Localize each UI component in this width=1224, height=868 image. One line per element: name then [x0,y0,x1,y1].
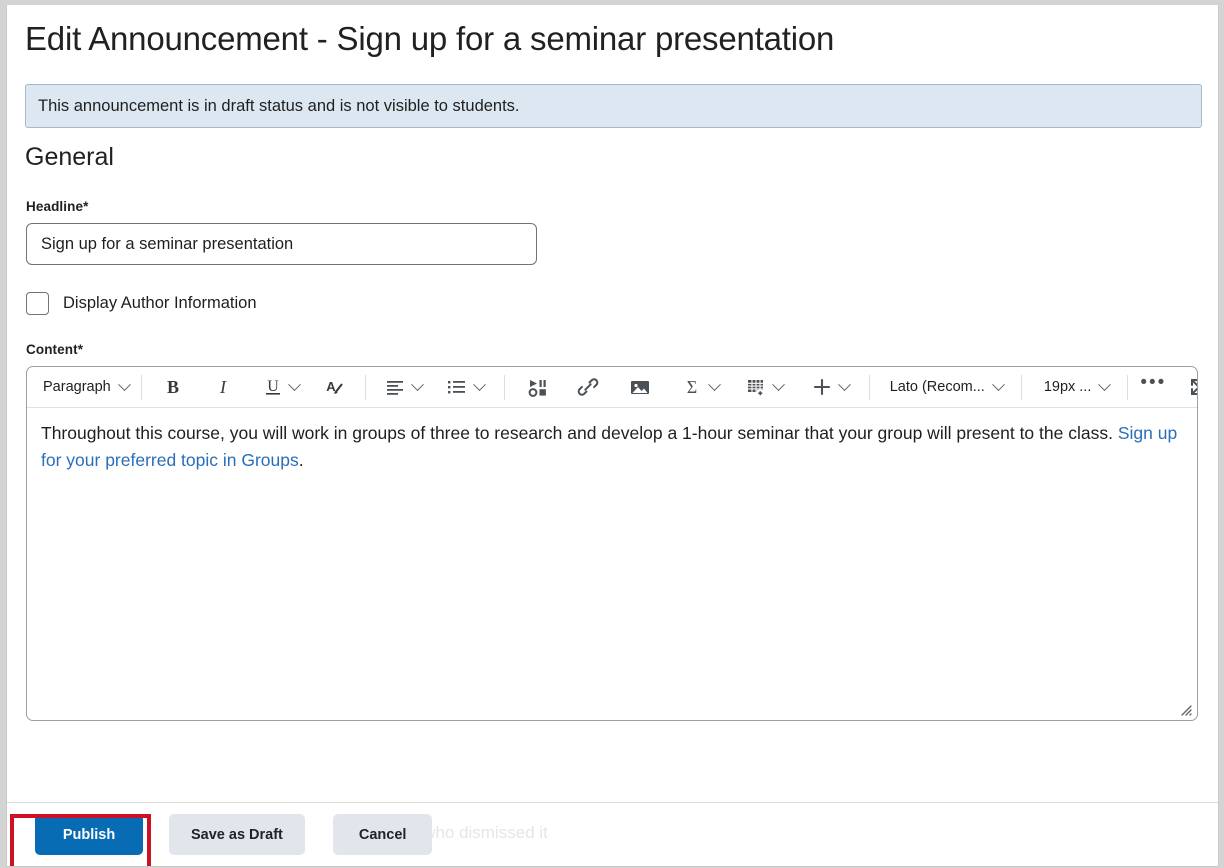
toolbar-divider [503,374,505,400]
headline-label: Headline* [7,199,1218,214]
toolbar-divider [364,374,366,400]
editor-toolbar: Paragraph B I U A Σ Lato (Recom... 19px … [27,367,1197,408]
display-author-row[interactable]: Display Author Information [26,292,1218,315]
toolbar-divider [1127,374,1129,400]
display-author-checkbox[interactable] [26,292,49,315]
chevron-down-icon [771,377,785,391]
insert-media-icon [527,376,549,398]
insert-link-icon [577,376,599,398]
cancel-button[interactable]: Cancel [332,814,433,855]
chevron-down-icon [707,377,721,391]
italic-button[interactable]: I [208,372,238,402]
insert-more-button[interactable] [807,372,853,402]
chevron-down-icon [991,377,1005,391]
fullscreen-icon [1188,376,1197,398]
insert-image-button[interactable] [625,372,655,402]
editor-text-before-link: Throughout this course, you will work in… [41,423,1118,443]
headline-label-text: Headline [26,199,84,214]
chevron-down-icon [1098,377,1112,391]
equation-button[interactable]: Σ [677,372,723,402]
align-left-icon [384,376,406,398]
toolbar-divider [140,374,142,400]
insert-table-button[interactable] [741,372,787,402]
more-options-icon: ••• [1140,372,1167,393]
bulleted-list-button[interactable] [442,372,488,402]
chevron-down-icon [410,377,424,391]
chevron-down-icon [837,377,851,391]
plus-icon [811,376,833,398]
editor-resize-handle[interactable] [1178,702,1192,716]
action-bar: – nd those who dismissed it Publish Save… [7,802,1218,866]
toolbar-divider [1020,374,1022,400]
align-button[interactable] [380,372,426,402]
editor-content-area[interactable]: Throughout this course, you will work in… [27,408,1197,474]
paragraph-style-select[interactable]: Paragraph [35,372,133,402]
fullscreen-button[interactable] [1184,372,1197,402]
font-size-select[interactable]: 19px ... [1036,372,1114,402]
font-size-label: 19px ... [1043,379,1092,395]
clear-formatting-button[interactable]: A [319,372,349,402]
equation-icon: Σ [681,376,703,398]
chevron-down-icon [472,377,486,391]
bold-button[interactable]: B [158,372,188,402]
toolbar-divider [868,374,870,400]
headline-input[interactable] [26,223,537,265]
bulleted-list-icon [446,376,468,398]
svg-text:I: I [219,377,227,397]
draft-status-message: This announcement is in draft status and… [38,96,520,115]
draft-status-banner: This announcement is in draft status and… [25,84,1202,128]
save-as-draft-button[interactable]: Save as Draft [169,814,305,855]
svg-text:Σ: Σ [686,377,696,397]
announcement-edit-page: Edit Announcement - Sign up for a semina… [6,5,1219,867]
italic-icon: I [212,376,234,398]
font-family-select[interactable]: Lato (Recom... [882,372,1007,402]
headline-required-marker: * [83,199,89,214]
page-title: Edit Announcement - Sign up for a semina… [25,20,835,57]
clear-formatting-icon: A [323,376,345,398]
underline-icon: U [262,376,284,398]
content-required-marker: * [77,342,84,357]
insert-image-icon [629,376,651,398]
editor-text-after-link: . [298,450,304,470]
chevron-down-icon [287,377,301,391]
underline-button[interactable]: U [258,372,303,402]
insert-link-button[interactable] [573,372,603,402]
more-options-button[interactable]: ••• [1136,372,1170,402]
display-author-label: Display Author Information [63,294,257,312]
paragraph-style-label: Paragraph [43,379,111,395]
content-editor: Paragraph B I U A Σ Lato (Recom... 19px … [26,366,1198,721]
insert-table-icon [745,376,767,398]
svg-text:B: B [167,377,179,397]
content-label: Content* [7,342,1218,357]
content-label-text: Content [26,342,78,357]
chevron-down-icon [117,377,131,391]
bold-icon: B [162,376,184,398]
general-section-heading: General [25,143,114,171]
insert-media-button[interactable] [523,372,553,402]
svg-text:U: U [267,378,279,395]
font-family-label: Lato (Recom... [889,379,985,395]
publish-button[interactable]: Publish [35,814,143,855]
